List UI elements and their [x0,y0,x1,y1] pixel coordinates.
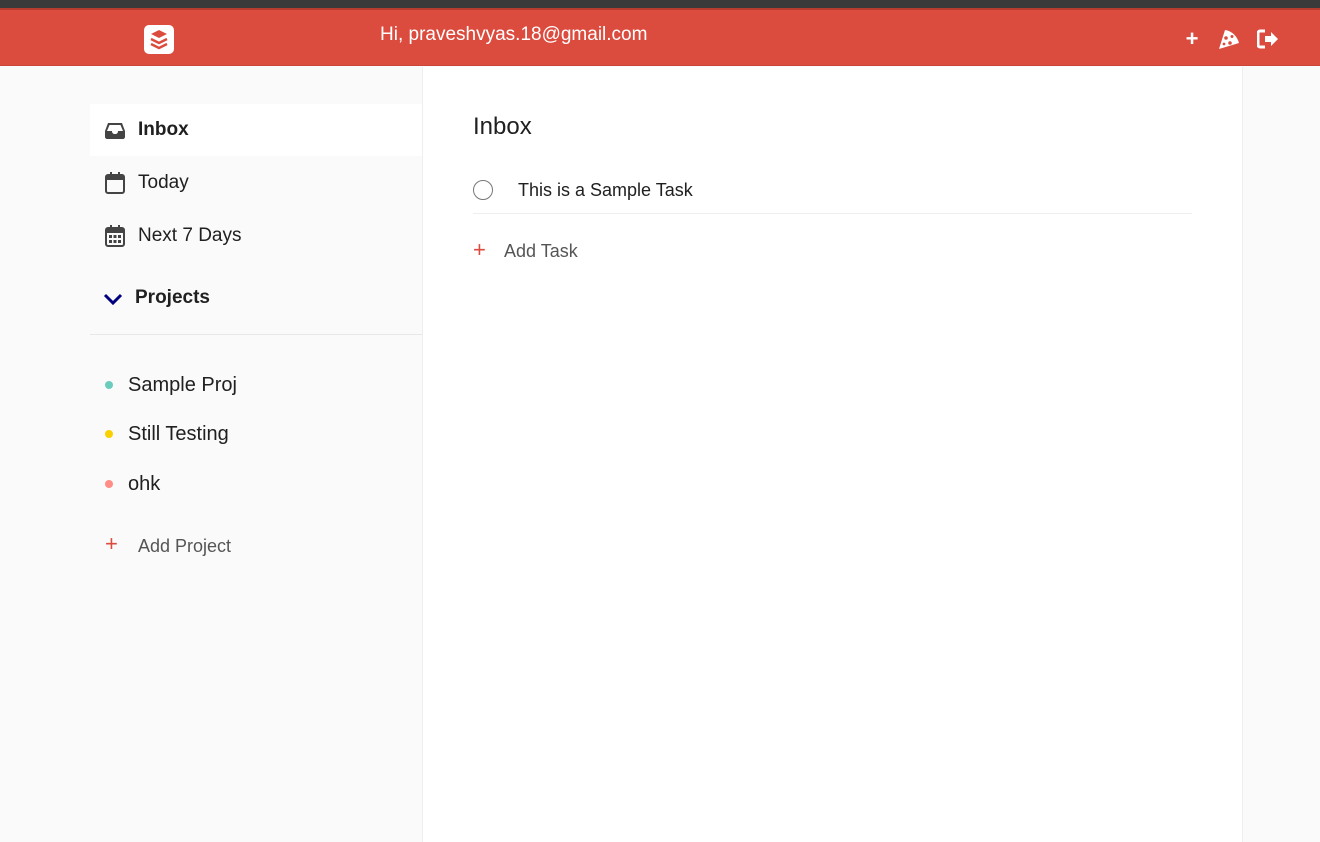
projects-header-label: Projects [135,287,210,308]
project-color-dot [105,480,113,488]
logout-icon[interactable] [1255,26,1281,52]
add-project-label: Add Project [138,536,232,556]
project-item[interactable]: Still Testing [90,415,422,455]
calendar-icon [103,171,127,195]
project-item[interactable]: Sample Proj [90,366,422,406]
sidebar-item-today[interactable]: Today [90,157,422,209]
app-header: Hi, praveshvyas.18@gmail.com + [0,10,1320,66]
task-text: This is a Sample Task [518,180,693,200]
task-item[interactable]: This is a Sample Task [473,171,1192,214]
project-label: Still Testing [128,423,229,445]
page-title: Inbox [473,113,532,140]
projects-toggle[interactable]: Projects [90,275,422,335]
plus-icon: + [473,237,486,262]
inbox-icon [103,118,127,142]
sidebar-item-label: Inbox [138,119,189,140]
pizza-icon[interactable] [1216,26,1242,52]
quick-add-button[interactable]: + [1179,26,1205,52]
sidebar-item-inbox[interactable]: Inbox [90,104,422,156]
task-complete-checkbox[interactable] [473,180,493,200]
main-content: Inbox This is a Sample Task + Add Task [423,67,1243,842]
calendar-week-icon [103,224,127,248]
add-project-button[interactable]: + Add Project [90,527,290,563]
todoist-logo-icon[interactable] [144,25,174,54]
sidebar-item-label: Today [138,172,189,193]
chevron-down-icon [103,289,123,314]
project-label: Sample Proj [128,374,237,396]
project-label: ohk [128,473,161,495]
right-gutter [1244,67,1320,842]
project-color-dot [105,430,113,438]
plus-icon: + [105,531,118,556]
sidebar: Inbox Today Next 7 Days Projects Sample … [0,67,423,842]
add-task-label: Add Task [504,241,578,261]
sidebar-item-label: Next 7 Days [138,225,242,246]
add-task-button[interactable]: + Add Task [473,235,673,271]
project-color-dot [105,381,113,389]
project-item[interactable]: ohk [90,465,422,505]
browser-top-strip [0,0,1320,10]
sidebar-item-next-7-days[interactable]: Next 7 Days [90,210,422,262]
user-greeting: Hi, praveshvyas.18@gmail.com [380,24,648,45]
